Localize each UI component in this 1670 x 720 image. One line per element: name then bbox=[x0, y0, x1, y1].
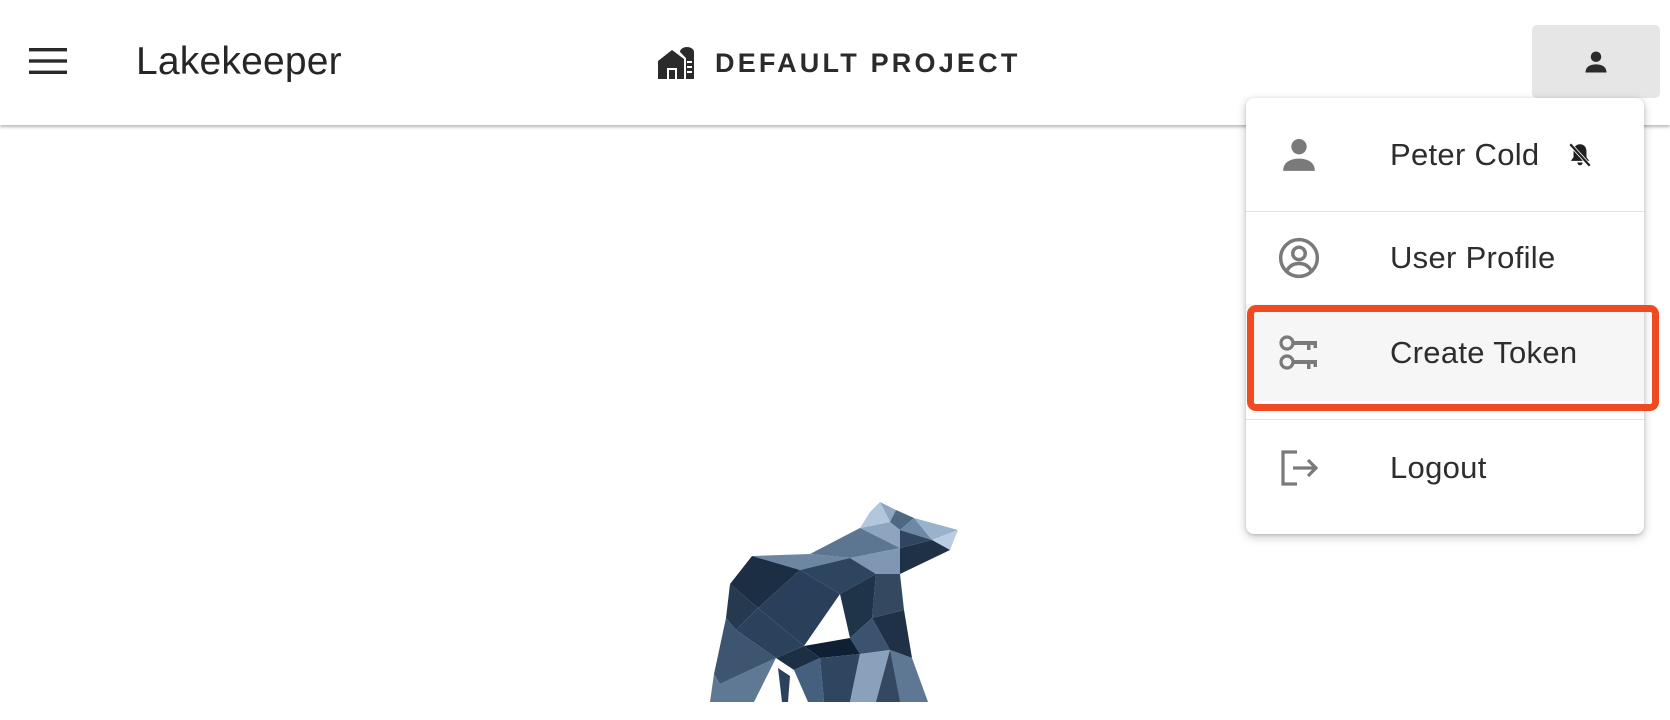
menu-item-create-token[interactable]: Create Token bbox=[1246, 304, 1644, 401]
warehouse-icon bbox=[658, 47, 694, 79]
logout-label: Logout bbox=[1390, 450, 1487, 485]
logout-icon bbox=[1277, 446, 1321, 490]
user-profile-label: User Profile bbox=[1390, 239, 1556, 275]
person-icon bbox=[1585, 51, 1607, 72]
menu-item-user[interactable]: Peter Cold bbox=[1246, 98, 1644, 211]
account-circle-icon bbox=[1277, 236, 1321, 280]
user-name-label: Peter Cold bbox=[1390, 136, 1540, 172]
menu-item-user-profile[interactable]: User Profile bbox=[1246, 211, 1644, 304]
person-icon bbox=[1277, 133, 1321, 177]
create-token-label: Create Token bbox=[1390, 334, 1578, 370]
user-menu-button[interactable] bbox=[1532, 25, 1660, 98]
project-selector-button[interactable]: DEFAULT PROJECT bbox=[656, 40, 1021, 86]
menu-item-logout[interactable]: Logout bbox=[1246, 418, 1644, 518]
project-label: DEFAULT PROJECT bbox=[715, 47, 1021, 78]
lakekeeper-bear-logo bbox=[700, 498, 962, 702]
notifications-off-icon[interactable] bbox=[1564, 139, 1596, 171]
key-icon bbox=[1277, 331, 1321, 375]
user-dropdown-menu: Peter Cold User Profile Create Token Log… bbox=[1246, 98, 1644, 534]
nav-menu-button[interactable] bbox=[22, 40, 74, 82]
hamburger-menu-icon bbox=[29, 48, 67, 74]
app-title: Lakekeeper bbox=[136, 40, 342, 83]
